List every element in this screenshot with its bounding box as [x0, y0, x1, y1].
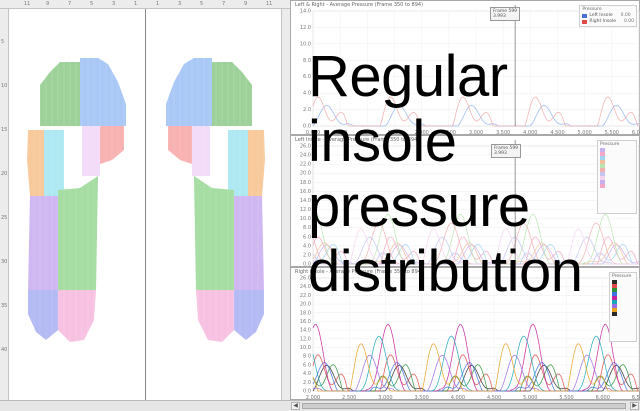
y-tick-label: 18.0	[300, 310, 311, 316]
right-zone-met-lavender	[192, 126, 210, 176]
right-zone-toe-blue	[166, 58, 212, 126]
y-tick-label: 2.0	[303, 380, 311, 386]
left-zone-met-white	[64, 126, 82, 188]
y-tick-label: 14.0	[300, 9, 311, 15]
right-zone-met-orange	[248, 130, 265, 196]
combined-legend: Pressure Left Insole 0.00 Right Insole 0…	[579, 5, 637, 27]
left-zone-heel-pink	[58, 290, 96, 342]
scroll-right-arrow-icon[interactable]: ▶	[630, 402, 639, 410]
legend-item-right-insole[interactable]: Right Insole 0.00	[582, 19, 634, 25]
combined-cursor-tooltip: Frame 599 3.993	[490, 7, 521, 21]
scroll-left-arrow-icon[interactable]: ◀	[291, 402, 300, 410]
right-insole-legend-swatch	[612, 312, 617, 316]
left-zone-toe-blue	[80, 58, 126, 126]
y-tick-label: 12.0	[300, 25, 311, 31]
cursor-time-label: 3.993	[493, 14, 506, 19]
insole-footer-bar	[0, 400, 290, 411]
caption-line-2: insole	[308, 109, 457, 174]
insole-map-panel: 11 9 7 5 3 1 1 3 5 7 9 11 5 10 15 20 25 30 35 40	[0, 0, 290, 400]
legend-swatch-right	[582, 20, 588, 24]
caption-line-4: distribution	[308, 239, 583, 304]
left-zone-heel-blue	[28, 290, 58, 340]
scrollbar-thumb[interactable]	[302, 403, 626, 409]
y-tick-label: 14.0	[300, 328, 311, 334]
y-tick-label: 4.0	[303, 371, 311, 377]
legend-label-right: Right Insole	[589, 19, 616, 24]
left-zone-met-cyan	[44, 130, 64, 196]
right-zone-met-cyan	[228, 130, 248, 196]
right-insole-legend-row[interactable]	[612, 312, 634, 316]
right-zone-mid-purple	[234, 196, 264, 290]
left-zone-mid-purple	[28, 196, 58, 290]
y-tick-label: 6.0	[303, 362, 311, 368]
right-zone-heel-blue	[234, 290, 264, 340]
left-zone-met-lavender	[82, 126, 100, 176]
y-tick-label: 16.0	[300, 319, 311, 325]
left-insole-zones	[27, 58, 126, 342]
y-tick-label: 8.0	[303, 354, 311, 360]
timeline-scrollbar[interactable]: ◀ ▶	[290, 400, 640, 411]
caption-line-1: Regular	[308, 44, 508, 109]
caption-line-3: pressure	[308, 174, 530, 239]
right-zone-met-white	[210, 126, 228, 188]
legend-value-right: 0.00	[623, 19, 634, 24]
y-tick-label: 10.0	[300, 345, 311, 351]
right-insole-zones	[166, 58, 265, 342]
legend-swatch-left	[582, 14, 588, 18]
combined-chart-title: Left & Right - Average Pressure (Frame 3…	[295, 2, 424, 8]
overlay-caption: Regular insole pressure distribution	[308, 44, 640, 304]
left-zone-met-orange	[27, 130, 44, 196]
right-zone-heel-pink	[196, 290, 234, 342]
insole-zones[interactable]	[0, 0, 290, 400]
y-tick-label: 12.0	[300, 336, 311, 342]
y-tick-label: 0.0	[303, 389, 311, 395]
